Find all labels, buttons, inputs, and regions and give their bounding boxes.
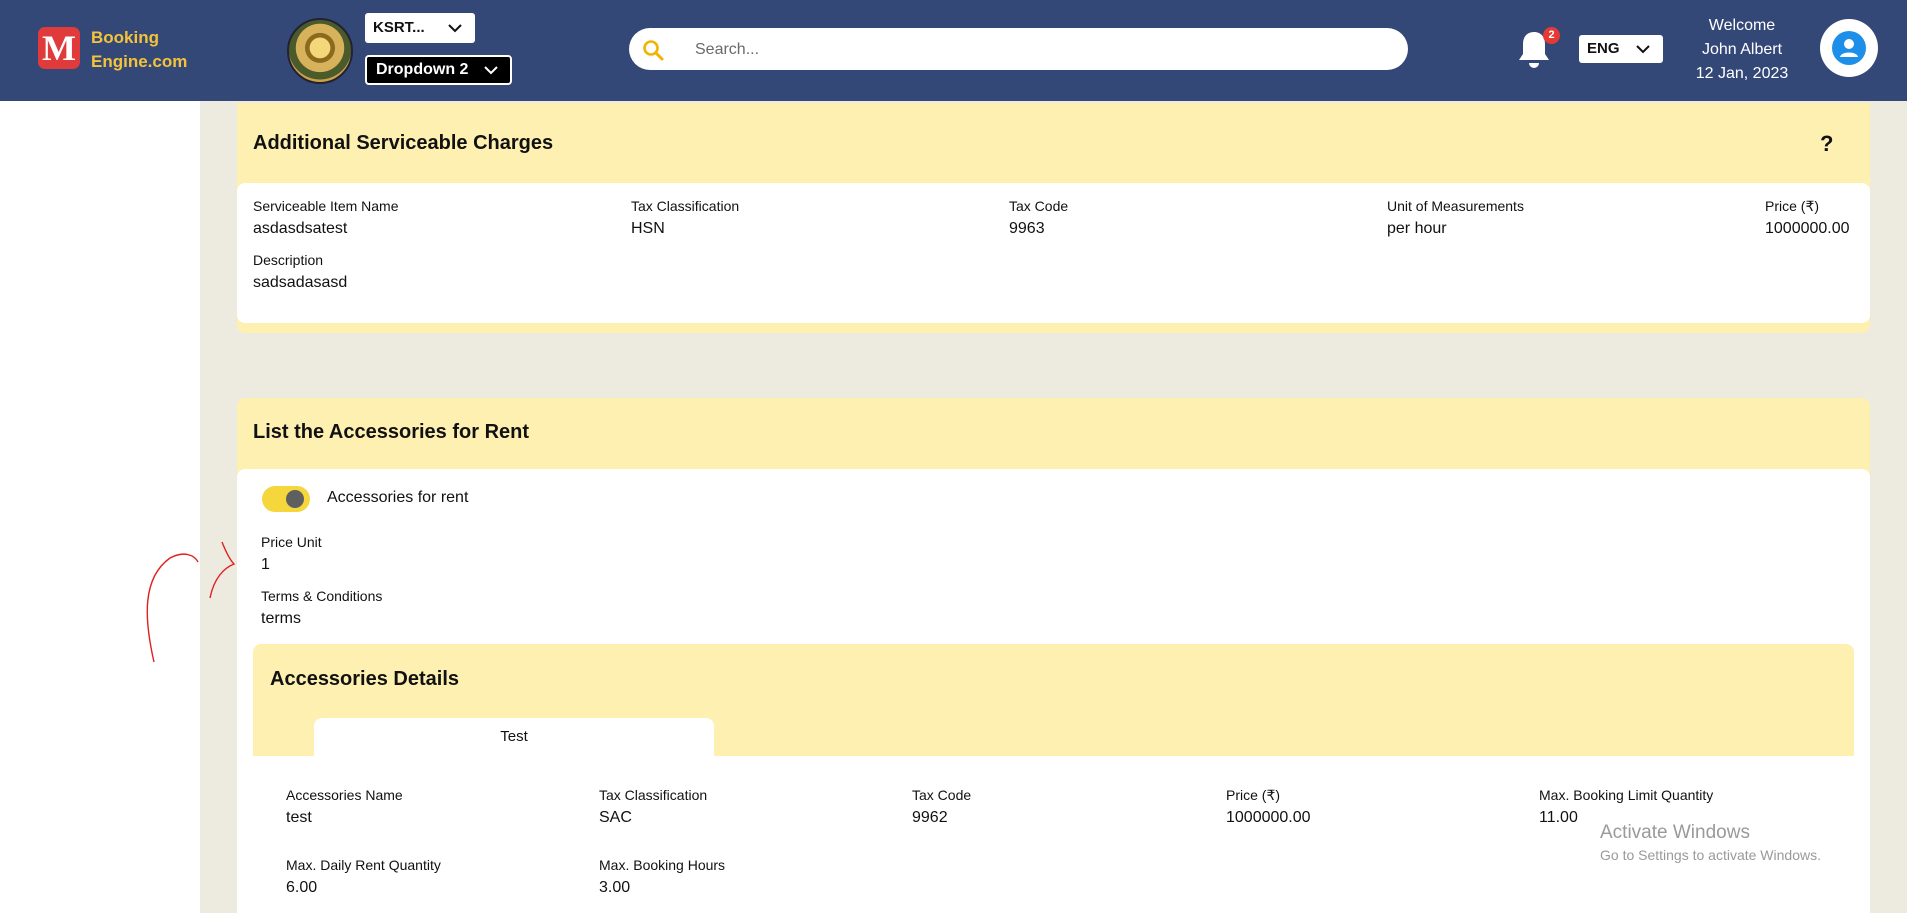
brand-line-1: Booking: [91, 28, 159, 47]
user-icon: [1832, 31, 1866, 65]
price-unit-value: 1: [261, 556, 270, 573]
search-input[interactable]: [693, 36, 1377, 64]
accessories-tax-code-value: 9962: [912, 809, 948, 826]
brand-logo-icon[interactable]: M: [38, 27, 80, 69]
price-label: Price (₹): [1765, 198, 1820, 214]
accessories-name-label: Accessories Name: [286, 787, 403, 803]
language-value: ENG: [1587, 40, 1620, 57]
price-unit-label: Price Unit: [261, 534, 322, 550]
user-welcome: Welcome John Albert 12 Jan, 2023: [1683, 14, 1801, 86]
accessories-price-value: 1000000.00: [1226, 809, 1311, 826]
organization-dropdown[interactable]: KSRT...: [365, 13, 475, 43]
serviceable-item-name-label: Serviceable Item Name: [253, 198, 399, 214]
max-booking-limit-quantity-value: 11.00: [1539, 809, 1578, 826]
accessories-tax-classification-label: Tax Classification: [599, 787, 708, 803]
max-daily-rent-quantity-label: Max. Daily Rent Quantity: [286, 857, 441, 873]
top-bar: M Booking Engine.com KSRT... Dropdown 2 …: [0, 0, 1907, 101]
unit-of-measurements-value: per hour: [1387, 220, 1447, 237]
accessories-price-label: Price (₹): [1226, 787, 1281, 803]
unit-of-measurements-label: Unit of Measurements: [1387, 198, 1524, 214]
accessories-for-rent-toggle[interactable]: [262, 486, 310, 512]
logo-letter: M: [42, 28, 76, 68]
accessories-details-title: Accessories Details: [270, 668, 460, 690]
description-label: Description: [253, 252, 324, 268]
tax-classification-label: Tax Classification: [631, 198, 740, 214]
notification-count-badge: 2: [1543, 27, 1560, 44]
tax-code-value: 9963: [1009, 220, 1045, 237]
organization-dropdown-value: KSRT...: [373, 19, 425, 36]
help-icon[interactable]: ?: [1820, 131, 1833, 157]
price-value: 1000000.00: [1765, 220, 1850, 237]
serviceable-item-name-value: asdasdsatest: [253, 220, 348, 237]
brand-line-2: Engine.com: [91, 52, 188, 71]
dropdown-2-value: Dropdown 2: [376, 61, 469, 78]
tax-classification-value: HSN: [631, 220, 665, 237]
tax-code-label: Tax Code: [1009, 198, 1069, 214]
dropdown-2[interactable]: Dropdown 2: [365, 55, 512, 85]
activate-windows-hint: Go to Settings to activate Windows.: [1600, 847, 1821, 863]
terms-conditions-label: Terms & Conditions: [261, 588, 383, 604]
chevron-down-icon: [483, 57, 499, 83]
terms-conditions-value: terms: [261, 610, 301, 627]
accessories-tax-classification-value: SAC: [599, 809, 632, 826]
brand-name[interactable]: Booking Engine.com: [91, 26, 187, 74]
accessories-section-title: List the Accessories for Rent: [253, 421, 530, 443]
chevron-down-icon: [447, 13, 463, 43]
description-value: sadsadasasd: [253, 274, 348, 291]
user-name: John Albert: [1701, 41, 1783, 58]
accessories-name-value: test: [286, 809, 312, 826]
accessories-tax-code-label: Tax Code: [912, 787, 972, 803]
search-icon[interactable]: [641, 38, 665, 67]
user-avatar[interactable]: [1820, 19, 1878, 77]
toggle-knob: [286, 490, 304, 508]
max-booking-hours-label: Max. Booking Hours: [599, 857, 726, 873]
serviceable-charges-title: Additional Serviceable Charges: [253, 132, 554, 154]
tab-test[interactable]: Test: [314, 718, 714, 756]
chevron-down-icon: [1635, 35, 1651, 63]
max-booking-limit-quantity-label: Max. Booking Limit Quantity: [1539, 787, 1714, 803]
annotation-arrow-icon: [146, 541, 236, 663]
search-bar: [629, 28, 1408, 70]
max-booking-hours-value: 3.00: [599, 879, 631, 896]
welcome-text: Welcome: [1708, 17, 1776, 34]
current-date: 12 Jan, 2023: [1695, 65, 1789, 82]
organization-emblem-icon: [287, 18, 353, 84]
sidebar: [0, 101, 200, 913]
max-daily-rent-quantity-value: 6.00: [286, 879, 318, 896]
activate-windows-watermark: Activate Windows: [1600, 822, 1750, 843]
accessories-for-rent-label: Accessories for rent: [327, 489, 469, 506]
language-selector[interactable]: ENG: [1579, 35, 1663, 63]
